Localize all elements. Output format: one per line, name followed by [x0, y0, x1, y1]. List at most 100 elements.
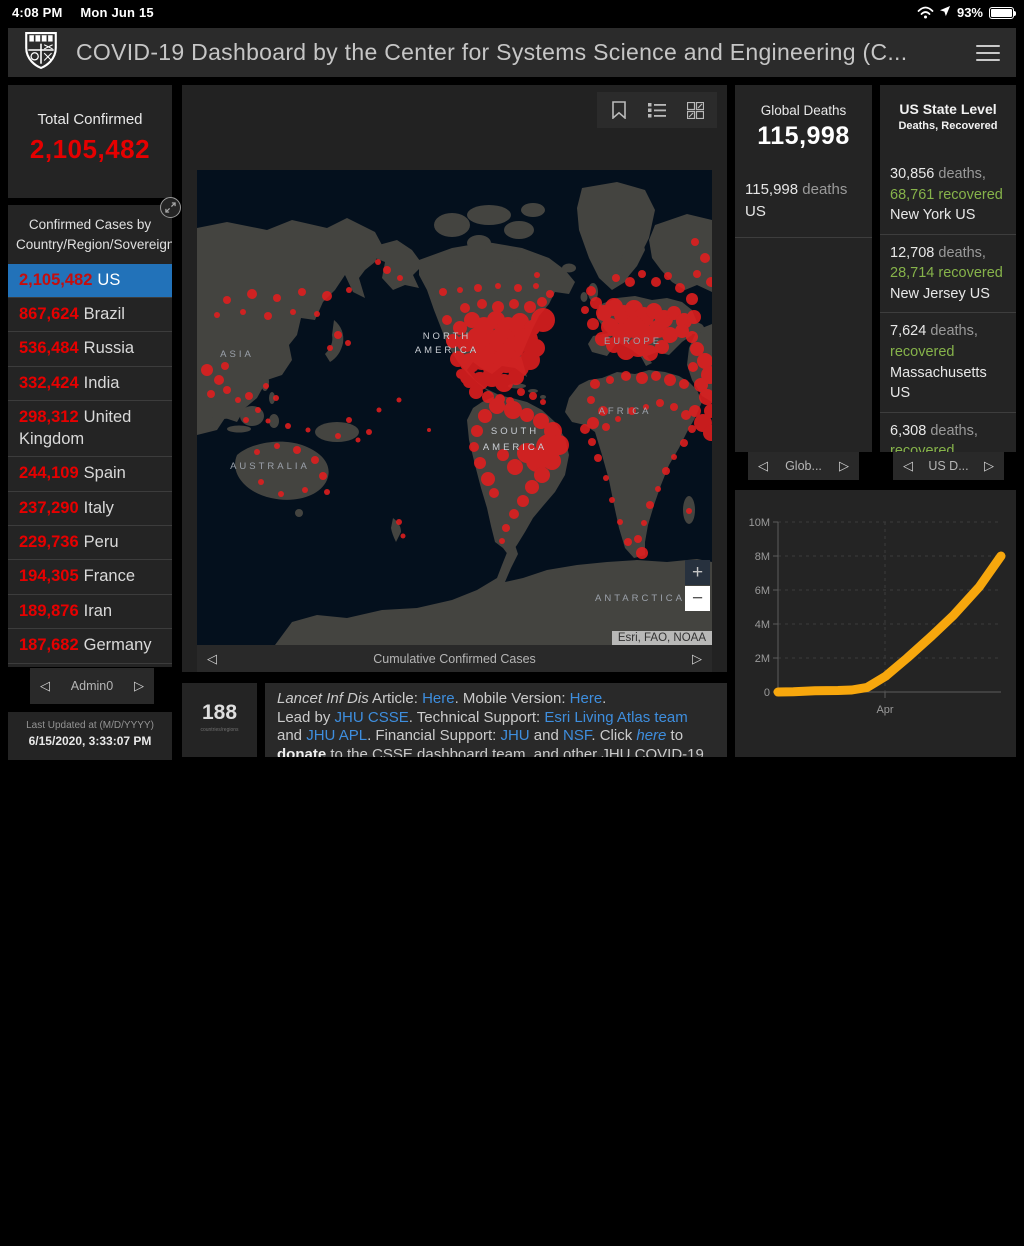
total-confirmed-value: 2,105,482 — [29, 134, 151, 164]
deaths-value: 115,998 — [745, 181, 799, 198]
footer-text: to — [666, 727, 684, 744]
hamburger-menu-icon[interactable] — [976, 44, 1000, 61]
battery-icon — [989, 6, 1016, 19]
state-recovered: recovered — [890, 443, 955, 452]
country-name: Peru — [83, 533, 119, 551]
pager-prev-icon[interactable]: ◁ — [40, 678, 50, 694]
legend-list-icon[interactable] — [645, 98, 669, 122]
country-row-russia[interactable]: 536,484 Russia — [8, 332, 172, 367]
country-count: 536,484 — [19, 339, 79, 358]
deaths-word: deaths, — [930, 323, 978, 340]
pager-prev-icon[interactable]: ◁ — [207, 651, 217, 667]
us-state-level-panel: US State Level Deaths, Recovered 30,856 … — [880, 85, 1016, 452]
country-count: 332,424 — [19, 373, 79, 392]
zoom-in-button[interactable]: + — [685, 560, 710, 585]
pager-next-icon[interactable]: ▷ — [692, 651, 702, 667]
xtick-apr: Apr — [876, 704, 893, 716]
state-region: New York US — [890, 207, 976, 224]
footer-link[interactable]: Here — [422, 690, 455, 707]
country-name: Iran — [83, 601, 113, 620]
wifi-icon — [917, 6, 934, 19]
footer-text: donate — [277, 745, 327, 758]
countries-count-panel: 188 countries/regions — [182, 683, 257, 757]
country-row-us[interactable]: 2,105,482 US — [8, 263, 172, 298]
footer-text: . Mobile Version: — [454, 690, 570, 707]
country-name: France — [83, 567, 136, 586]
country-count: 194,305 — [19, 567, 79, 586]
page-title: COVID-19 Dashboard by the Center for Sys… — [76, 39, 908, 65]
expand-icon[interactable] — [160, 197, 181, 218]
countries-panel: Confirmed Cases by Country/Region/Sovere… — [8, 205, 172, 667]
state-region: Massachusetts US — [890, 364, 987, 402]
footer-link[interactable]: JHU — [500, 727, 529, 744]
country-row-united-kingdom[interactable]: 298,312 United Kingdom — [8, 401, 172, 458]
footer-text: and — [529, 727, 564, 744]
ytick-6m: 6M — [755, 585, 770, 597]
state-deaths: 30,856 — [890, 166, 935, 182]
footer-text: . Financial Support: — [367, 727, 501, 744]
pager-prev-icon[interactable]: ◁ — [903, 458, 913, 474]
deaths-region: US — [745, 202, 766, 220]
footer-text: Lancet Inf Dis — [277, 690, 369, 707]
global-deaths-value: 115,998 — [757, 122, 850, 150]
country-row-brazil[interactable]: 867,624 Brazil — [8, 298, 172, 333]
ytick-4m: 4M — [755, 619, 770, 631]
global-deaths-panel: Global Deaths 115,998 115,998 deaths US — [735, 85, 872, 452]
state-recovered: recovered — [890, 344, 955, 361]
state-recovered: 68,761 recovered — [890, 186, 1003, 203]
confirmed-trend-chart-panel: 0 2M 4M 6M 8M 10M Apr ◁ Confirmed ▷ — [735, 490, 1016, 757]
label-south-america-1: SOUTH — [491, 426, 539, 437]
footer-link[interactable]: JHU CSSE — [335, 709, 409, 726]
location-arrow-icon — [939, 5, 951, 20]
footer-link[interactable]: Here — [570, 690, 603, 707]
state-list-item[interactable]: 12,708 deaths, 28,714 recovered New Jers… — [880, 235, 1016, 314]
battery-percent: 93% — [956, 5, 983, 20]
country-row-india[interactable]: 332,424 India — [8, 367, 172, 402]
state-list-item[interactable]: 7,624 deaths, recovered Massachusetts US — [880, 313, 1016, 413]
status-date: Mon Jun 15 — [80, 5, 154, 20]
pager-next-icon[interactable]: ▷ — [134, 678, 144, 694]
footer-link[interactable]: JHU APL — [306, 727, 367, 744]
global-deaths-pager: ◁ Glob... ▷ — [748, 452, 859, 480]
footer-link[interactable]: NSF — [563, 727, 591, 744]
state-list-item[interactable]: 6,308 deaths, recovered Illinois US — [880, 413, 1016, 452]
country-name: Italy — [83, 498, 114, 517]
deaths-list-item[interactable]: 115,998 deaths US — [735, 179, 872, 238]
country-count: 298,312 — [19, 408, 79, 427]
map-layer-label: Cumulative Confirmed Cases — [373, 651, 536, 666]
country-row-france[interactable]: 194,305 France — [8, 560, 172, 595]
country-row-peru[interactable]: 229,736 Peru — [8, 526, 172, 561]
country-name: Germany — [83, 636, 152, 655]
country-row-spain[interactable]: 244,109 Spain — [8, 457, 172, 492]
zoom-out-button[interactable]: − — [685, 586, 710, 611]
world-map[interactable]: ASIA NORTH AMERICA EUROPE AFRICA SOUTH A… — [197, 170, 712, 645]
country-name: Brazil — [83, 304, 125, 323]
us-state-title: US State Level — [899, 101, 997, 117]
bookmark-icon[interactable] — [607, 98, 631, 122]
jhu-shield-logo — [24, 31, 58, 74]
map-panel: ASIA NORTH AMERICA EUROPE AFRICA SOUTH A… — [182, 85, 727, 672]
last-updated-label: Last Updated at (M/D/YYYY) — [26, 720, 154, 731]
deaths-word: deaths, — [930, 422, 978, 439]
total-confirmed-panel: Total Confirmed 2,105,482 — [8, 85, 172, 198]
state-list-item[interactable]: 30,856 deaths, 68,761 recovered New York… — [880, 156, 1016, 235]
pager-next-icon[interactable]: ▷ — [839, 458, 849, 474]
label-africa: AFRICA — [599, 406, 652, 417]
pager-prev-icon[interactable]: ◁ — [758, 458, 768, 474]
countries-count: 188 — [201, 701, 238, 724]
label-antarctica: ANTARCTICA — [595, 593, 685, 604]
country-name: Spain — [83, 464, 126, 483]
pager-next-icon[interactable]: ▷ — [984, 458, 994, 474]
global-deaths-title: Global Deaths — [760, 103, 847, 118]
countries-count-label: countries/regions — [200, 727, 239, 733]
label-north-america-1: NORTH — [423, 331, 472, 342]
basemap-grid-icon[interactable] — [683, 98, 707, 122]
footer-link[interactable]: Esri Living Atlas team — [544, 709, 687, 726]
country-row-italy[interactable]: 237,290 Italy — [8, 492, 172, 526]
last-updated-panel: Last Updated at (M/D/YYYY) 6/15/2020, 3:… — [8, 712, 172, 760]
footer-link[interactable]: here — [636, 727, 666, 744]
country-row-iran[interactable]: 189,876 Iran — [8, 595, 172, 630]
country-row-germany[interactable]: 187,682 Germany — [8, 629, 172, 664]
pager-label: Admin0 — [70, 679, 114, 693]
footer-text: Lead by — [277, 708, 335, 726]
